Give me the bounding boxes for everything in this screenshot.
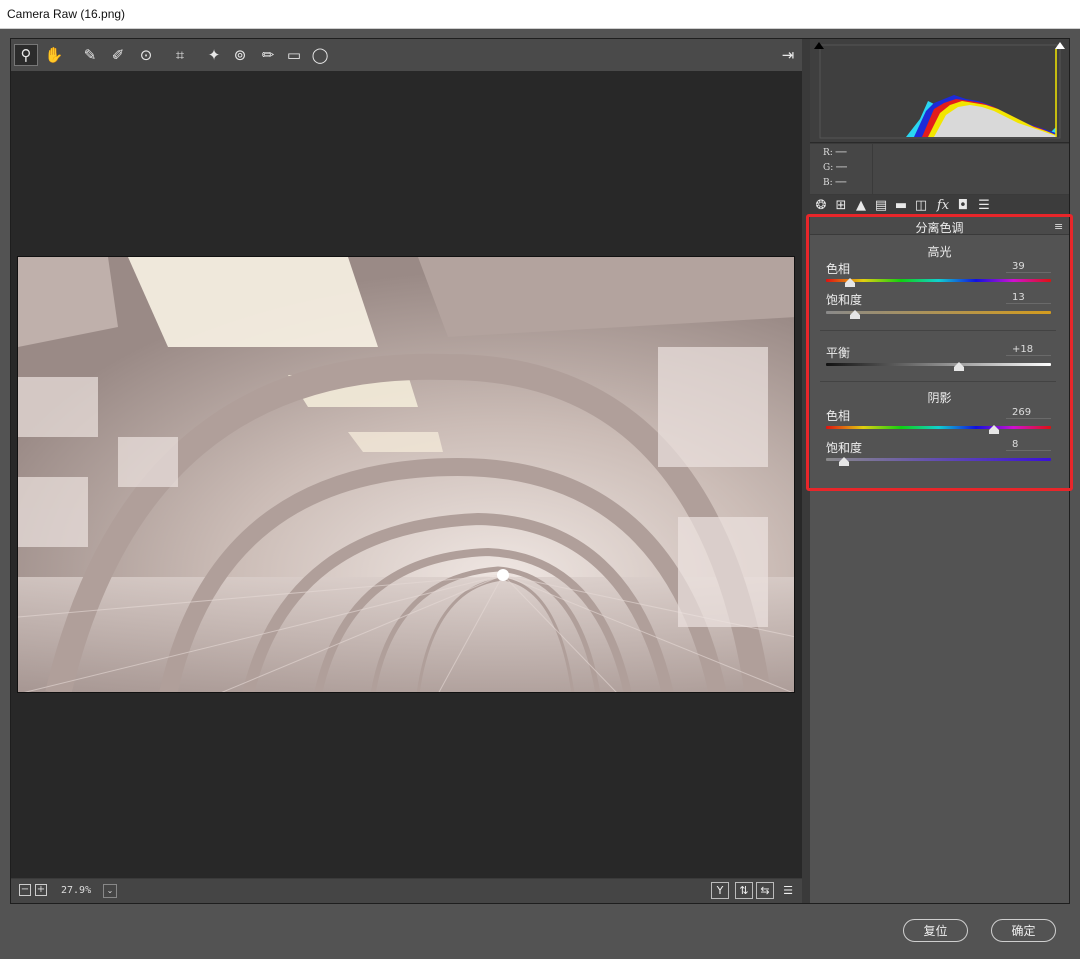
zoom-dropdown[interactable]: ⌄ bbox=[103, 884, 117, 898]
reset-button[interactable]: 复位 bbox=[903, 919, 968, 942]
camera-calibration-tab-icon[interactable]: ◘ bbox=[954, 198, 972, 213]
graduated-filter-icon[interactable]: ▭ bbox=[282, 44, 306, 66]
highlight-annotation-box bbox=[806, 214, 1073, 491]
zoom-in-button[interactable]: + bbox=[35, 884, 47, 896]
title-bar: Camera Raw (16.png) bbox=[0, 0, 1080, 29]
brush-icon[interactable]: ✏ bbox=[256, 44, 280, 66]
target-adjust-icon[interactable]: ⊙ bbox=[134, 44, 158, 66]
radial-filter-icon[interactable]: ◯ bbox=[308, 44, 332, 66]
zoom-level: 27.9% bbox=[61, 885, 92, 896]
split-toning-tab-icon[interactable]: ▬ bbox=[892, 198, 910, 213]
lens-correction-tab-icon[interactable]: ◫ bbox=[912, 198, 930, 213]
effects-tab-icon[interactable]: fx bbox=[934, 198, 952, 213]
status-bar bbox=[11, 879, 802, 903]
hand-icon[interactable]: ✋ bbox=[42, 44, 66, 66]
ok-button[interactable]: 确定 bbox=[991, 919, 1056, 942]
red-eye-icon[interactable]: ⊚ bbox=[228, 44, 252, 66]
spot-removal-icon[interactable]: ✦ bbox=[202, 44, 226, 66]
detail-tab-icon[interactable]: ▲ bbox=[852, 198, 870, 213]
basic-tab-icon[interactable]: ❂ bbox=[812, 198, 830, 213]
preview-image bbox=[17, 256, 795, 693]
rgb-readout: R: ── G: ── B: ── bbox=[810, 144, 872, 194]
hsl-tab-icon[interactable]: ▤ bbox=[872, 198, 890, 213]
readout-area bbox=[873, 144, 1069, 194]
histogram bbox=[810, 39, 1069, 143]
readout-b: B: ── bbox=[823, 178, 847, 188]
tone-curve-tab-icon[interactable]: ⊞ bbox=[832, 198, 850, 213]
view-toggle-button[interactable]: Y bbox=[711, 882, 729, 899]
crop-icon[interactable]: ⌗ bbox=[168, 44, 192, 66]
swap-settings-button[interactable]: ⇅ bbox=[735, 882, 753, 899]
magnifier-icon[interactable]: ⚲ bbox=[14, 44, 38, 66]
export-icon[interactable]: ⇥ bbox=[776, 44, 800, 66]
corridor-image bbox=[18, 257, 794, 692]
zoom-out-button[interactable]: − bbox=[19, 884, 31, 896]
readout-g: G: ── bbox=[823, 163, 847, 173]
eyedropper-icon[interactable]: ✎ bbox=[78, 44, 102, 66]
histogram-graph bbox=[814, 42, 1065, 139]
copy-settings-button[interactable]: ⇆ bbox=[756, 882, 774, 899]
preview-preferences-icon[interactable]: ☰ bbox=[779, 882, 797, 899]
presets-tab-icon[interactable]: ☰ bbox=[975, 198, 993, 213]
color-sampler-icon[interactable]: ✐ bbox=[106, 44, 130, 66]
readout-r: R: ── bbox=[823, 148, 847, 158]
window-title: Camera Raw (16.png) bbox=[7, 7, 126, 21]
